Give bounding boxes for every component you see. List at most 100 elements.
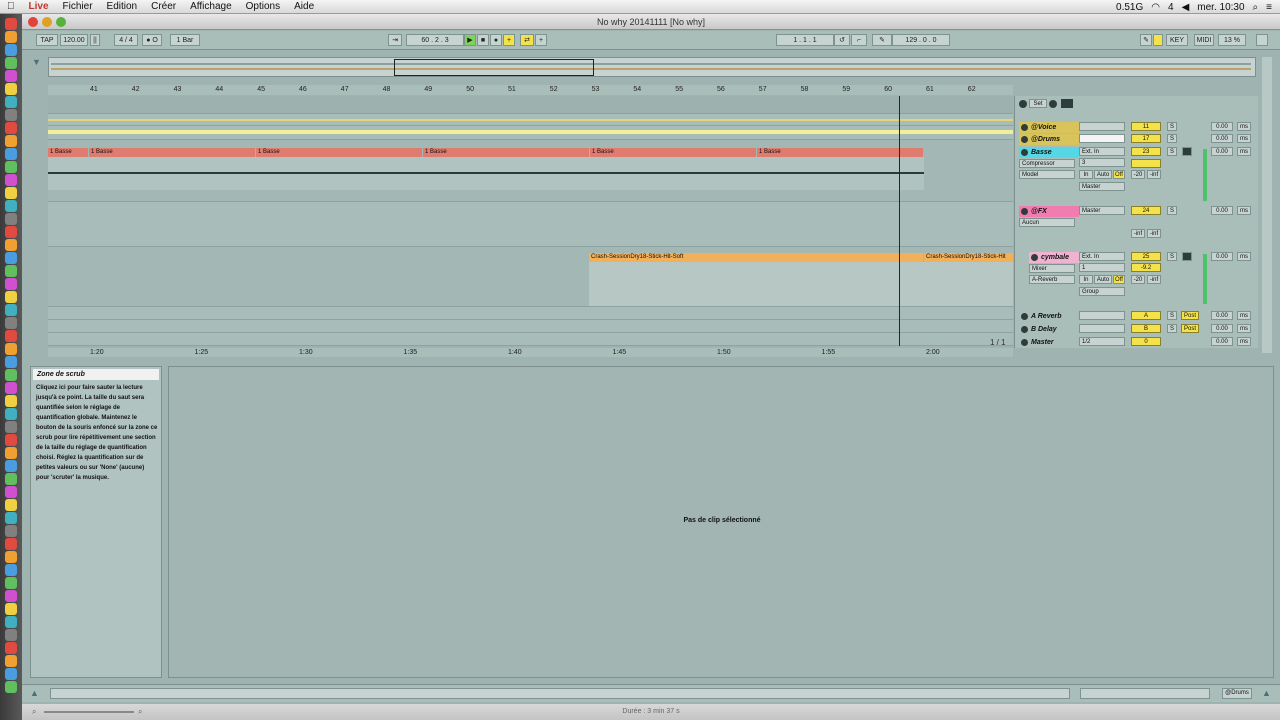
solo-button[interactable]: S <box>1167 122 1177 131</box>
stop-all-icon[interactable] <box>1049 100 1057 108</box>
fold-icon[interactable] <box>1021 208 1028 215</box>
track-name-fx[interactable]: @FX <box>1019 206 1079 217</box>
toggle-info-icon[interactable]: ▲ <box>30 688 40 698</box>
dock-app-icon[interactable] <box>5 395 17 407</box>
inf-field[interactable]: -inf <box>1147 229 1161 238</box>
pan-field[interactable]: ms <box>1237 206 1251 215</box>
dock-app-icon[interactable] <box>5 226 17 238</box>
input-select[interactable] <box>1079 122 1125 131</box>
track-name-cymbale[interactable]: cymbale <box>1029 252 1079 263</box>
master-number[interactable]: 0 <box>1131 337 1161 346</box>
menu-affichage[interactable]: Affichage <box>183 1 239 12</box>
dock-app-icon[interactable] <box>5 330 17 342</box>
arm-button[interactable] <box>1182 147 1192 156</box>
solo-button[interactable]: S <box>1167 324 1177 333</box>
arm-button[interactable] <box>1182 252 1192 261</box>
quantize-menu[interactable]: 1 Bar <box>170 34 200 46</box>
vertical-scrollbar[interactable] <box>1262 57 1272 353</box>
track-number[interactable]: 25 <box>1131 252 1161 261</box>
play-icon[interactable] <box>1021 339 1028 346</box>
dock-app-icon[interactable] <box>5 252 17 264</box>
menu-creer[interactable]: Créer <box>144 1 183 12</box>
clip-crash[interactable]: Crash-SessionDry18-Stick-Hit-Soft <box>589 253 923 262</box>
punch-icon[interactable]: ⌐ <box>851 34 867 46</box>
volume-field[interactable]: 0.00 <box>1211 311 1233 320</box>
dock-app-icon[interactable] <box>5 148 17 160</box>
input-select[interactable]: Ext. In <box>1079 252 1125 261</box>
track-name-voice[interactable]: @Voice <box>1019 122 1079 133</box>
play-icon[interactable] <box>1021 149 1028 156</box>
dock-app-icon[interactable] <box>5 421 17 433</box>
dock-app-icon[interactable] <box>5 551 17 563</box>
cpu-meter[interactable]: 0.51G <box>1116 2 1143 13</box>
effect-select[interactable]: Mixer <box>1029 264 1075 273</box>
play-icon[interactable] <box>1021 124 1028 131</box>
list-icon[interactable]: ≡ <box>1266 2 1272 13</box>
monitor-in-button[interactable]: In <box>1079 170 1093 179</box>
arrangement-tracks[interactable]: 1 Basse 1 Basse 1 Basse 1 Basse 1 Basse … <box>48 96 1013 346</box>
dock-app-icon[interactable] <box>5 369 17 381</box>
dock-app-icon[interactable] <box>5 122 17 134</box>
lane-basse[interactable]: 1 Basse 1 Basse 1 Basse 1 Basse 1 Basse … <box>48 140 1013 202</box>
clip-crash[interactable]: Crash-SessionDry18-Stick-Hit <box>924 253 1013 262</box>
track-name-basse[interactable]: Basse <box>1019 147 1079 158</box>
pan-field[interactable]: ms <box>1237 337 1251 346</box>
channel-select[interactable]: 3 <box>1079 158 1125 167</box>
dock-app-icon[interactable] <box>5 317 17 329</box>
key-indicator-icon[interactable] <box>1153 34 1163 46</box>
solo-button[interactable]: S <box>1167 147 1177 156</box>
dock-app-icon[interactable] <box>5 655 17 667</box>
volume-icon[interactable]: ◀ <box>1182 2 1190 13</box>
pan-field[interactable]: ms <box>1237 147 1251 156</box>
effect-sub-select[interactable]: A-Reverb <box>1029 275 1075 284</box>
lane-b-delay[interactable] <box>48 320 1013 333</box>
dock-app-icon[interactable] <box>5 174 17 186</box>
dock-app-icon[interactable] <box>5 304 17 316</box>
effect-select[interactable]: Compressor <box>1019 159 1075 168</box>
scrub-area[interactable] <box>48 96 1013 114</box>
solo-button[interactable]: S <box>1167 252 1177 261</box>
pan-field[interactable]: ms <box>1237 324 1251 333</box>
record-icon[interactable]: ● <box>490 34 502 46</box>
song-position[interactable]: 60 . 2 . 3 <box>406 34 464 46</box>
clip-basse[interactable]: 1 Basse <box>423 148 589 157</box>
solo-button[interactable]: S <box>1167 134 1177 143</box>
overview-visible-region[interactable] <box>394 59 594 76</box>
track-name-master[interactable]: Master <box>1019 337 1079 348</box>
dock-app-icon[interactable] <box>5 434 17 446</box>
clip-basse[interactable]: 1 Basse <box>89 148 255 157</box>
pencil-icon[interactable]: ✎ <box>1140 34 1152 46</box>
dock-app-icon[interactable] <box>5 57 17 69</box>
dock-app-icon[interactable] <box>5 213 17 225</box>
menu-app[interactable]: Live <box>22 1 56 12</box>
volume-field[interactable]: 0.00 <box>1211 324 1233 333</box>
play-all-icon[interactable] <box>1019 100 1027 108</box>
nudge-icon[interactable]: || <box>90 34 100 46</box>
lane-fx[interactable] <box>48 202 1013 247</box>
dock-app-icon[interactable] <box>5 200 17 212</box>
dock-app-icon[interactable] <box>5 96 17 108</box>
inf-field[interactable]: -inf <box>1147 275 1161 284</box>
dock-app-icon[interactable] <box>5 135 17 147</box>
volume-field[interactable]: 0.00 <box>1211 134 1233 143</box>
loop-icon[interactable]: ↺ <box>834 34 850 46</box>
battery-indicator[interactable]: 4 <box>1168 2 1174 13</box>
dock-app-icon[interactable] <box>5 382 17 394</box>
menu-fichier[interactable]: Fichier <box>56 1 100 12</box>
automation-arm-icon[interactable]: ⇄ <box>520 34 534 46</box>
metronome-button[interactable]: ● O <box>142 34 162 46</box>
loop-length[interactable]: 129 . 0 . 0 <box>892 34 950 46</box>
dock-app-icon[interactable] <box>5 109 17 121</box>
time-signature[interactable]: 4 / 4 <box>114 34 138 46</box>
zoom-in-icon[interactable]: ⌕ <box>138 704 142 720</box>
beat-time-ruler[interactable]: 41 42 43 44 45 46 47 48 49 50 51 52 53 54 55 56 57 58 59 60… <box>48 85 1013 95</box>
zoom-out-icon[interactable]: ⌕ <box>32 704 36 720</box>
menu-aide[interactable]: Aide <box>287 1 321 12</box>
dock-app-icon[interactable] <box>5 161 17 173</box>
dock-app-icon[interactable] <box>5 343 17 355</box>
play-icon[interactable]: ▶ <box>464 34 476 46</box>
dock-app-icon[interactable] <box>5 265 17 277</box>
track-name-a-reverb[interactable]: A Reverb <box>1019 311 1079 322</box>
gain-field[interactable]: -9.2 <box>1131 263 1161 272</box>
dock-app-icon[interactable] <box>5 70 17 82</box>
